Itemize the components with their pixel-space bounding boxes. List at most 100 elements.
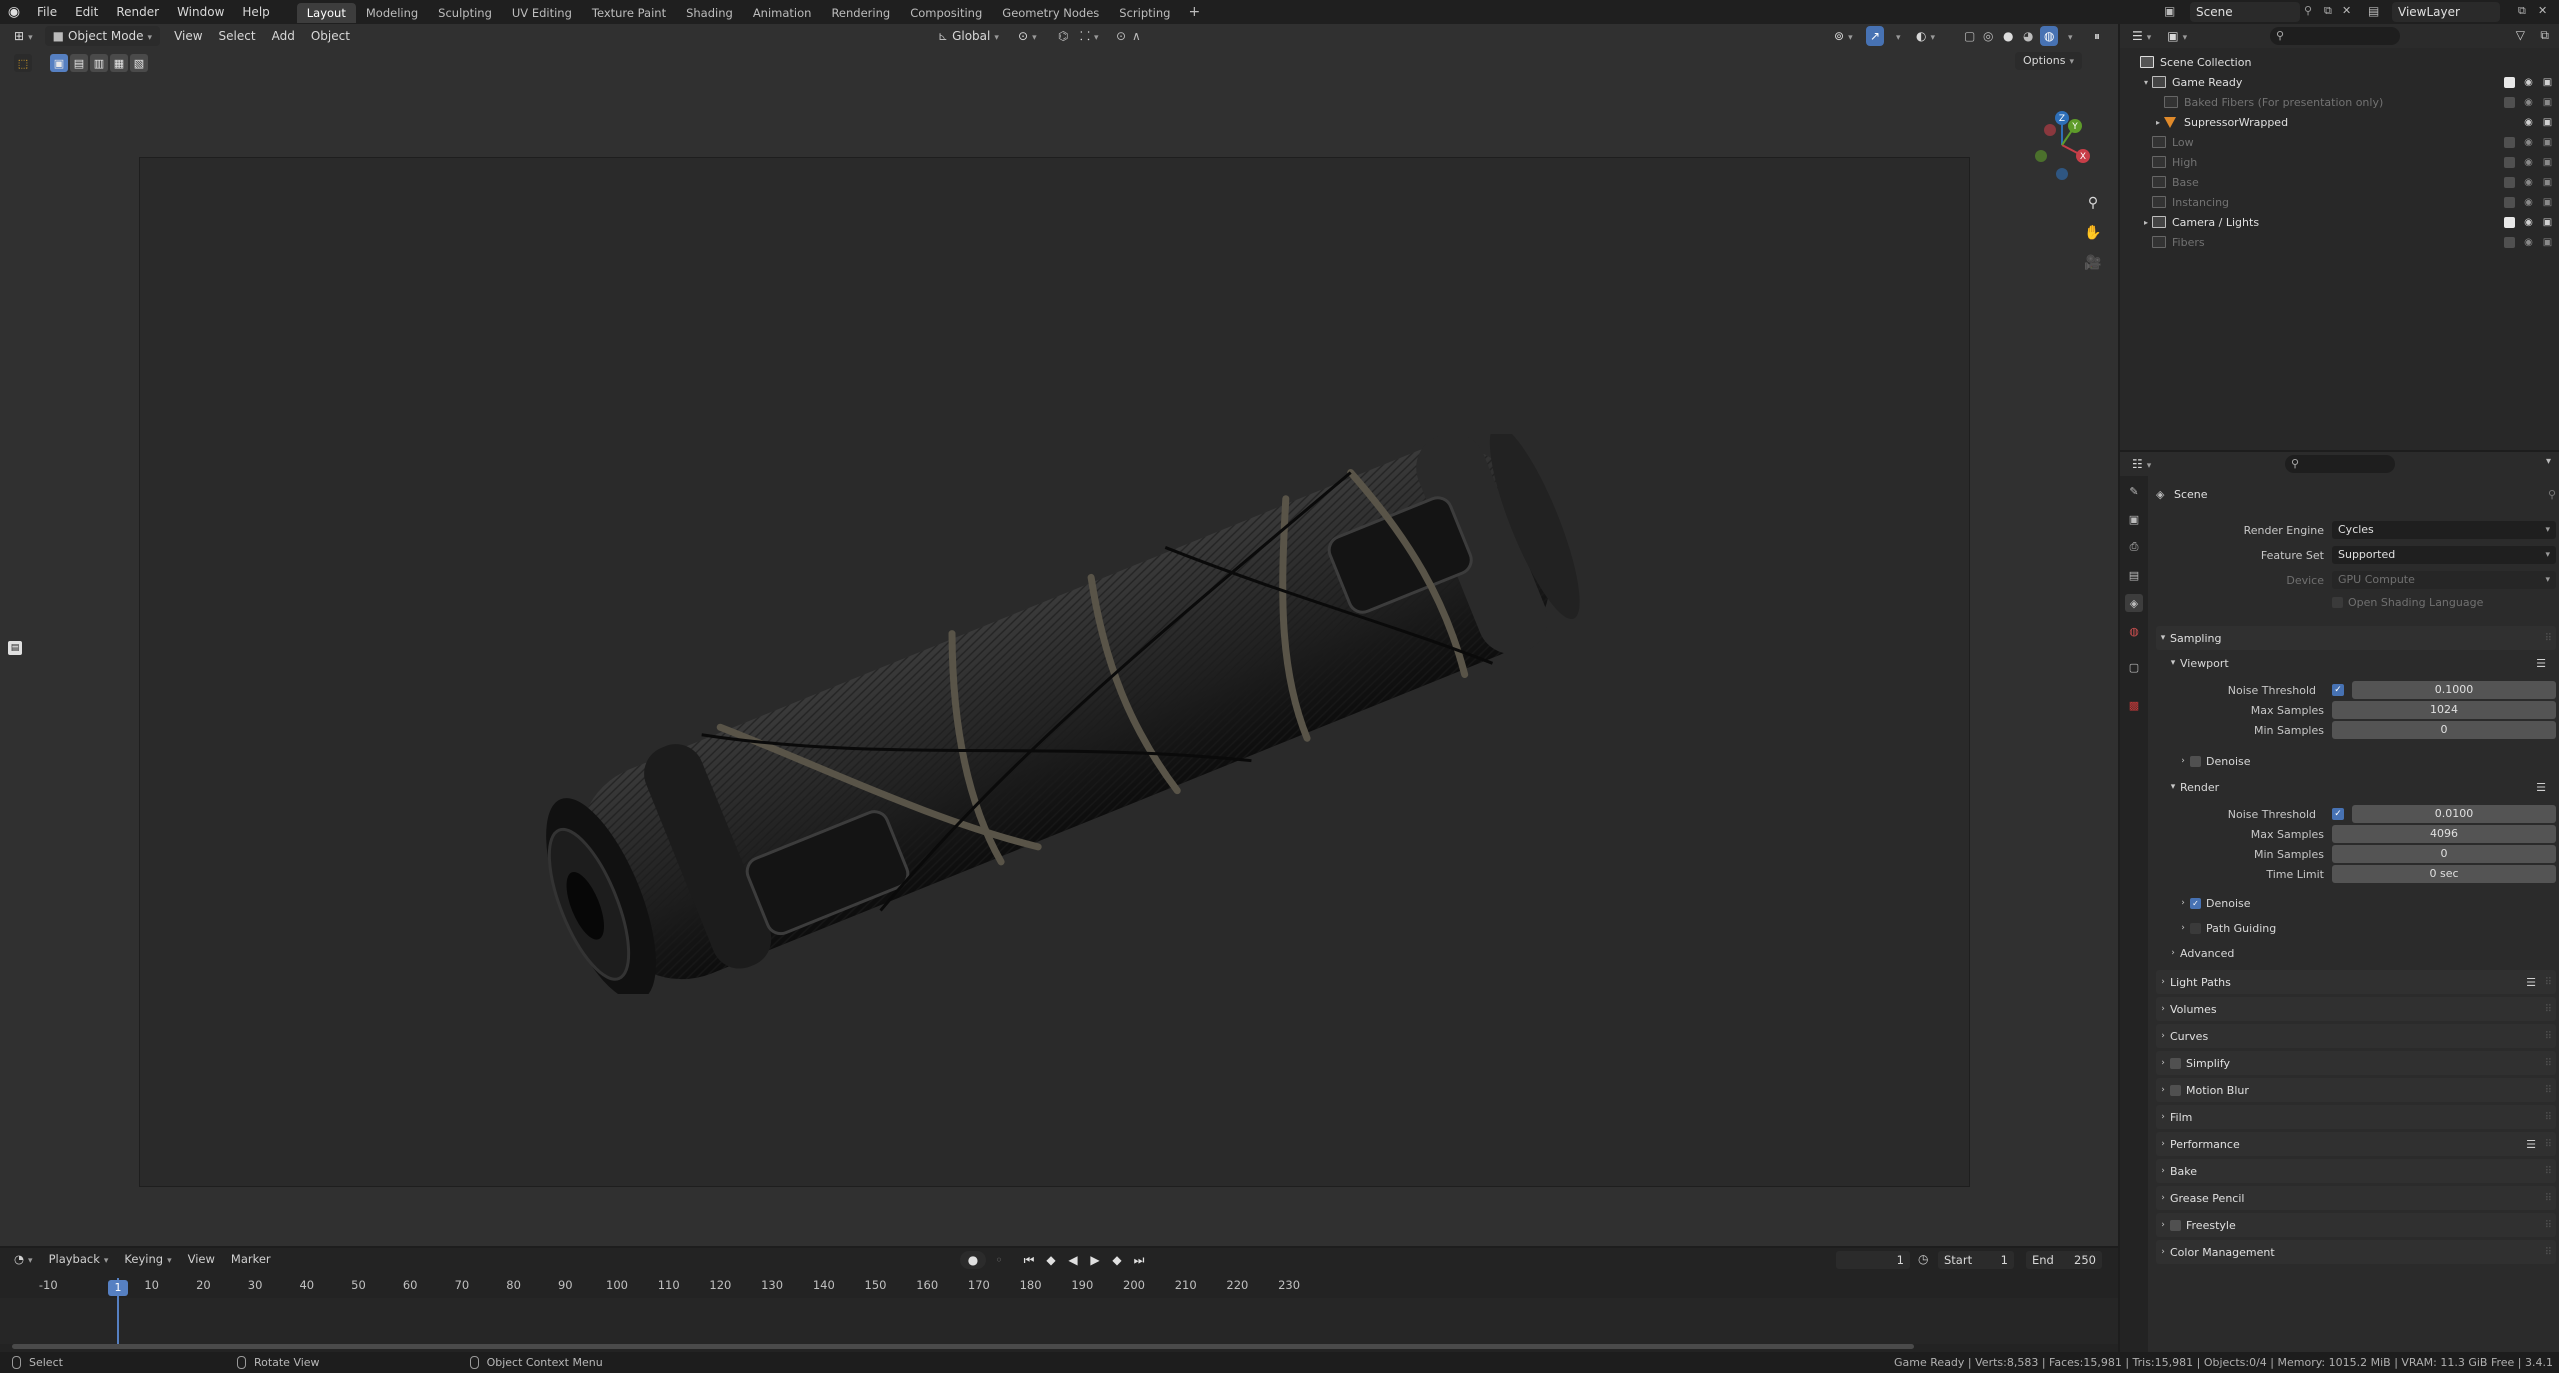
sampling-panel-header[interactable]: ▾ Sampling ⠿ <box>2156 626 2556 650</box>
pin-icon[interactable]: ⚲ <box>2548 488 2556 501</box>
snap-target-button[interactable]: ⸬ ▾ <box>1072 26 1106 46</box>
r-min-samples-field[interactable]: 0 <box>2332 845 2556 863</box>
select-mode-subtract-icon[interactable]: ▥ <box>90 54 108 72</box>
presets-list-icon[interactable]: ☰ <box>2526 976 2536 989</box>
presets-list-icon[interactable]: ☰ <box>2536 781 2546 794</box>
camera-view-icon[interactable]: 🎥 <box>2082 252 2104 274</box>
drag-handle-icon[interactable]: ⠿ <box>2545 1166 2552 1177</box>
navigation-gizmo[interactable]: Z X Y <box>2025 108 2099 182</box>
outliner-editor[interactable]: ☰ ▾ ▣ ▾ ⚲ ▽ ⧉ Scene Collection ▾ Game Ready… <box>2120 24 2559 450</box>
panel-bake[interactable]: › Bake ⠿ <box>2156 1159 2556 1183</box>
tab-compositing[interactable]: Compositing <box>900 3 992 23</box>
render-camera-icon[interactable]: ▣ <box>2542 117 2553 128</box>
world-tab-icon[interactable]: ◍ <box>2125 622 2143 640</box>
view-layer-icon[interactable]: ▤ <box>2368 4 2384 20</box>
timeline-menu-view[interactable]: View <box>180 1247 223 1273</box>
overlays-toggle[interactable]: ◐ ▾ <box>1908 26 1943 46</box>
timeline-scrollbar[interactable] <box>12 1344 1914 1349</box>
outliner-search-input[interactable]: ⚲ <box>2270 27 2400 45</box>
drag-handle-icon[interactable]: ⠿ <box>2545 1004 2552 1015</box>
eye-icon[interactable]: ◉ <box>2523 137 2534 148</box>
r-noise-threshold-checkbox[interactable]: ✓ <box>2332 808 2344 820</box>
material-preview-button[interactable]: ◕ <box>2020 26 2036 46</box>
panel-enable-checkbox[interactable] <box>2170 1057 2181 1069</box>
start-frame-field[interactable]: Start 1 <box>1938 1251 2014 1269</box>
select-mode-difference-icon[interactable]: ▦ <box>110 54 128 72</box>
outliner-root-row[interactable]: Scene Collection <box>2120 52 2559 72</box>
tab-uv-editing[interactable]: UV Editing <box>502 3 582 23</box>
outliner-editor-type-button[interactable]: ☰ ▾ <box>2124 26 2159 46</box>
auto-keying-toggle[interactable]: ● <box>960 1251 986 1269</box>
device-dropdown[interactable]: GPU Compute ▾ <box>2332 571 2556 589</box>
vp-denoise-subpanel-header[interactable]: › Denoise <box>2176 750 2559 772</box>
tab-scripting[interactable]: Scripting <box>1109 3 1180 23</box>
tab-shading[interactable]: Shading <box>676 3 743 23</box>
tab-modeling[interactable]: Modeling <box>356 3 428 23</box>
texture-tab-icon[interactable]: ▩ <box>2125 696 2143 714</box>
show-gizmo-toggle[interactable]: ↗ <box>1866 26 1885 46</box>
3d-viewport[interactable]: ⊞ ▾ ■ Object Mode ▾ View Select Add Object ⊾ Gl… <box>0 24 2118 1246</box>
viewport-menu-view[interactable]: View <box>166 26 210 46</box>
jump-end-icon[interactable]: ⏭ <box>1130 1251 1148 1269</box>
r-denoise-checkbox[interactable]: ✓ <box>2190 897 2201 909</box>
exclude-checkbox[interactable] <box>2504 236 2515 248</box>
eye-icon[interactable]: ◉ <box>2523 77 2534 88</box>
tab-sculpting[interactable]: Sculpting <box>428 3 502 23</box>
new-scene-icon[interactable]: ⧉ <box>2324 4 2332 18</box>
exclude-checkbox[interactable] <box>2504 156 2515 168</box>
properties-options-dropdown[interactable]: ▾ <box>2546 456 2551 467</box>
wireframe-shading-button[interactable]: ◎ <box>1980 26 1996 46</box>
output-tab-icon[interactable]: ⎙ <box>2125 538 2143 556</box>
drag-handle-icon[interactable]: ⠿ <box>2545 633 2552 644</box>
tab-rendering[interactable]: Rendering <box>821 3 900 23</box>
delete-scene-icon[interactable]: ✕ <box>2342 4 2351 17</box>
vp-max-samples-field[interactable]: 1024 <box>2332 701 2556 719</box>
pan-hand-icon[interactable]: ✋ <box>2082 222 2104 244</box>
expand-arrow-icon[interactable]: ▾ <box>2140 78 2152 87</box>
outliner-item[interactable]: ▾ Game Ready ◉ ▣ <box>2120 72 2559 92</box>
menu-help[interactable]: Help <box>233 0 278 24</box>
mode-selector[interactable]: ■ Object Mode ▾ <box>44 26 161 46</box>
render-subpanel-header[interactable]: ▾ Render ☰ <box>2166 776 2556 798</box>
scene-tab-icon[interactable]: ◈ <box>2125 594 2143 612</box>
menu-edit[interactable]: Edit <box>66 0 107 24</box>
panel-light-paths[interactable]: › Light Paths ☰ ⠿ <box>2156 970 2556 994</box>
exclude-checkbox[interactable] <box>2504 216 2515 228</box>
render-camera-icon[interactable]: ▣ <box>2542 97 2553 108</box>
r-time-limit-field[interactable]: 0 sec <box>2332 865 2556 883</box>
drag-handle-icon[interactable]: ⠿ <box>2545 977 2552 988</box>
panel-freestyle[interactable]: › Freestyle ⠿ <box>2156 1213 2556 1237</box>
viewport-menu-add[interactable]: Add <box>264 26 303 46</box>
outliner-item[interactable]: ▸ Camera / Lights ◉ ▣ <box>2120 212 2559 232</box>
add-workspace-button[interactable]: + <box>1180 4 1208 20</box>
render-tab-icon[interactable]: ▣ <box>2125 510 2143 528</box>
panel-volumes[interactable]: › Volumes ⠿ <box>2156 997 2556 1021</box>
r-denoise-subpanel-header[interactable]: › ✓ Denoise <box>2176 892 2559 914</box>
expand-arrow-icon[interactable]: ▸ <box>2152 118 2164 127</box>
tab-geometry-nodes[interactable]: Geometry Nodes <box>992 3 1109 23</box>
presets-list-icon[interactable]: ☰ <box>2536 657 2546 670</box>
drag-handle-icon[interactable]: ⠿ <box>2545 1193 2552 1204</box>
select-mode-extend-icon[interactable]: ▤ <box>70 54 88 72</box>
timeline-menu-playback[interactable]: Playback ▾ <box>41 1247 117 1273</box>
properties-editor-type-button[interactable]: ☷ ▾ <box>2124 454 2159 474</box>
render-camera-icon[interactable]: ▣ <box>2542 137 2553 148</box>
new-view-layer-icon[interactable]: ⧉ <box>2518 4 2526 18</box>
vp-noise-threshold-field[interactable]: 0.1000 <box>2352 681 2556 699</box>
tab-animation[interactable]: Animation <box>743 3 822 23</box>
outliner-item[interactable]: Fibers ◉ ▣ <box>2120 232 2559 252</box>
transform-orientation[interactable]: ⊾ Global ▾ <box>930 26 1007 46</box>
blender-logo-icon[interactable]: ◉ <box>0 0 28 24</box>
frame-ruler[interactable]: -101102030405060708090100110120130140150… <box>0 1278 2118 1296</box>
drag-handle-icon[interactable]: ⠿ <box>2545 1112 2552 1123</box>
object-types-visibility[interactable]: ⊚ ▾ <box>1826 26 1861 46</box>
scene-pin-icon[interactable]: ⚲ <box>2304 4 2312 17</box>
path-guiding-subpanel-header[interactable]: › Path Guiding <box>2176 917 2559 939</box>
expand-arrow-icon[interactable]: ▸ <box>2140 218 2152 227</box>
path-guiding-checkbox[interactable] <box>2190 922 2201 934</box>
panel-enable-checkbox[interactable] <box>2170 1084 2181 1096</box>
outliner-item[interactable]: Instancing ◉ ▣ <box>2120 192 2559 212</box>
outliner-item[interactable]: Base ◉ ▣ <box>2120 172 2559 192</box>
outliner-item[interactable]: Baked Fibers (For presentation only) ◉ ▣ <box>2120 92 2559 112</box>
panel-color-management[interactable]: › Color Management ⠿ <box>2156 1240 2556 1264</box>
